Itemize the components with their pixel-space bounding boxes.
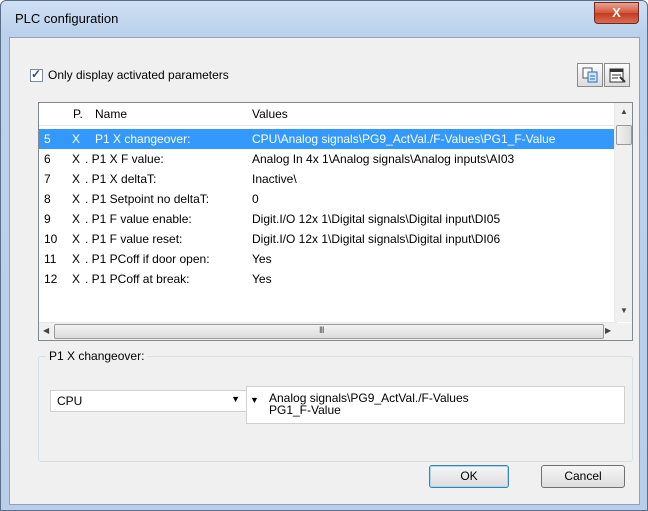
- row-number: 5: [44, 132, 51, 146]
- dialog-client-area: ✓ Only display activated parameters P. N…: [9, 37, 640, 505]
- check-mark-icon: ✓: [31, 66, 42, 81]
- only-activated-checkbox-row[interactable]: ✓ Only display activated parameters: [30, 66, 229, 82]
- row-p-flag: X: [72, 212, 81, 226]
- row-number: 10: [44, 232, 58, 246]
- table-row[interactable]: 5 X P1 X changeover: CPU\Analog signals\…: [39, 129, 617, 149]
- close-button[interactable]: X: [594, 2, 639, 24]
- row-number: 11: [44, 252, 57, 266]
- path-dropdown-icon[interactable]: ▼: [250, 395, 259, 405]
- row-value: Inactive\: [252, 172, 297, 186]
- row-number: 8: [44, 192, 51, 206]
- ok-button[interactable]: OK: [429, 465, 509, 488]
- signal-path-line-2: PG1_F-Value: [269, 403, 341, 417]
- cancel-button[interactable]: Cancel: [541, 465, 625, 488]
- signal-path-selector[interactable]: Analog signals\PG9_ActVal./F-Values PG1_…: [246, 386, 625, 424]
- col-header-name[interactable]: Name: [95, 107, 127, 121]
- row-number: 9: [44, 212, 51, 226]
- row-name: . P1 Setpoint no deltaT:: [85, 192, 210, 206]
- scroll-grip-icon: III: [319, 325, 324, 335]
- row-p-flag: X: [72, 232, 81, 246]
- table-row[interactable]: 6 X . P1 X F value: Analog In 4x 1\Analo…: [39, 149, 617, 169]
- row-value: Digit.I/O 12x 1\Digital signals\Digital …: [252, 212, 501, 226]
- row-p-flag: X: [72, 152, 81, 166]
- scroll-down-icon[interactable]: ▼: [620, 306, 628, 315]
- table-row[interactable]: 11 X . P1 PCoff if door open: Yes: [39, 249, 617, 269]
- row-name: . P1 F value enable:: [85, 212, 192, 226]
- row-p-flag: X: [72, 132, 81, 146]
- source-combobox-value: CPU: [57, 394, 83, 408]
- plc-configuration-dialog: PLC configuration X ✓ Only display activ…: [0, 0, 648, 511]
- table-row[interactable]: 7 X . P1 X deltaT: Inactive\: [39, 169, 617, 189]
- row-number: 7: [44, 172, 51, 186]
- vertical-scroll-thumb[interactable]: [616, 125, 632, 145]
- table-row[interactable]: 10 X . P1 F value reset: Digit.I/O 12x 1…: [39, 229, 617, 249]
- vertical-scrollbar[interactable]: ▲ ▼: [614, 103, 632, 322]
- copy-params-button[interactable]: [577, 63, 603, 87]
- scroll-corner: [615, 323, 632, 340]
- table-row[interactable]: 9 X . P1 F value enable: Digit.I/O 12x 1…: [39, 209, 617, 229]
- copy-params-icon: [582, 67, 598, 83]
- title-bar[interactable]: PLC configuration X: [1, 1, 647, 37]
- horizontal-scroll-thumb[interactable]: III: [54, 324, 604, 339]
- row-value: Yes: [252, 272, 272, 286]
- row-p-flag: X: [72, 272, 81, 286]
- parameter-grid[interactable]: P. Name Values 5 X P1 X changeover: CPU\…: [38, 102, 633, 341]
- horizontal-scrollbar[interactable]: ◀ III ▶: [39, 322, 617, 340]
- row-name: . P1 PCoff at break:: [85, 272, 190, 286]
- row-value: CPU\Analog signals\PG9_ActVal./F-Values\…: [252, 132, 556, 146]
- table-row[interactable]: 8 X . P1 Setpoint no deltaT: 0: [39, 189, 617, 209]
- scroll-left-icon[interactable]: ◀: [43, 326, 49, 335]
- row-name: . P1 F value reset:: [85, 232, 183, 246]
- only-activated-checkbox[interactable]: ✓: [30, 66, 43, 82]
- row-name: . P1 X deltaT:: [85, 172, 157, 186]
- properties-button[interactable]: [604, 63, 630, 87]
- row-p-flag: X: [72, 192, 81, 206]
- row-name: P1 X changeover:: [95, 132, 191, 146]
- properties-icon: [609, 68, 626, 83]
- row-name: . P1 X F value:: [85, 152, 164, 166]
- window-title: PLC configuration: [15, 11, 119, 26]
- scroll-up-icon[interactable]: ▲: [620, 107, 628, 116]
- changeover-group-label: P1 X changeover:: [46, 349, 148, 363]
- table-row[interactable]: 12 X . P1 PCoff at break: Yes: [39, 269, 617, 289]
- row-p-flag: X: [72, 252, 81, 266]
- row-p-flag: X: [72, 172, 81, 186]
- source-combobox[interactable]: CPU ▼: [50, 390, 247, 412]
- chevron-down-icon[interactable]: ▼: [231, 394, 240, 404]
- row-value: Analog In 4x 1\Analog signals\Analog inp…: [252, 152, 515, 166]
- row-name: . P1 PCoff if door open:: [85, 252, 210, 266]
- only-activated-label: Only display activated parameters: [48, 68, 229, 82]
- row-value: Digit.I/O 12x 1\Digital signals\Digital …: [252, 232, 501, 246]
- row-value: 0: [252, 192, 259, 206]
- row-value: Yes: [252, 252, 272, 266]
- col-header-p[interactable]: P.: [73, 107, 83, 121]
- scroll-right-icon[interactable]: ▶: [605, 326, 611, 335]
- row-number: 12: [44, 272, 58, 286]
- row-number: 6: [44, 152, 51, 166]
- col-header-values[interactable]: Values: [252, 107, 288, 121]
- grid-header: P. Name Values: [39, 103, 617, 126]
